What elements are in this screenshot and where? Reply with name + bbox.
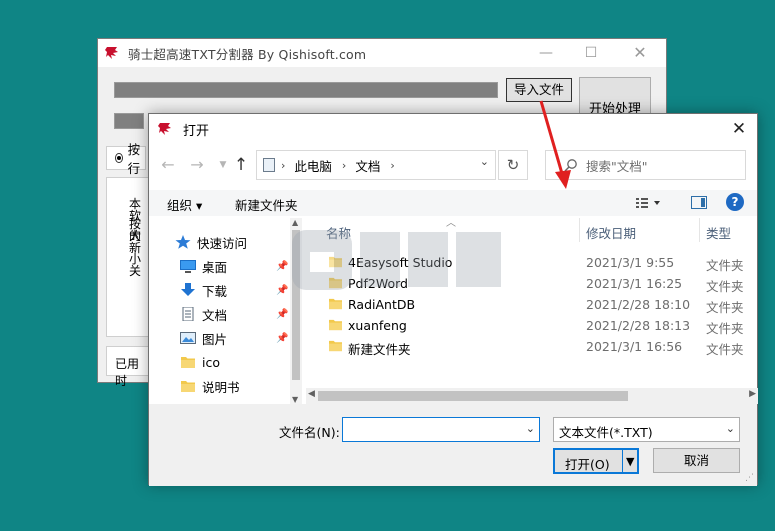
annotation-arrow [539, 100, 571, 189]
